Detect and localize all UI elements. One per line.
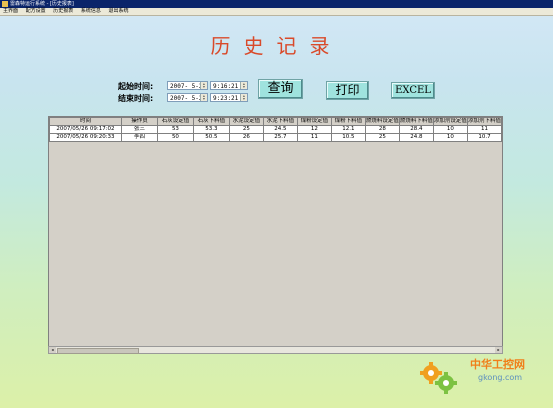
gear-logo-icon (420, 362, 457, 394)
watermark-brand: 中华工控网 (470, 358, 525, 371)
table-cell: 12.1 (330, 125, 366, 134)
table-cell: 53 (156, 125, 194, 134)
table-cell: 25 (364, 133, 400, 142)
table-cell: 53.3 (192, 125, 230, 134)
end-time-value: 9:23:21 (213, 95, 239, 102)
table-cell: 11 (466, 125, 502, 134)
print-button[interactable]: 打印 (326, 81, 369, 100)
page-title: 历史记录 (210, 34, 343, 58)
column-header[interactable]: 添加剂设定值 (432, 117, 468, 126)
start-time-label: 起始时间: (118, 82, 154, 91)
excel-button[interactable]: EXCEL (391, 82, 435, 99)
column-header[interactable]: 石灰设定值 (156, 117, 194, 126)
column-header[interactable]: 水泥下料值 (262, 117, 298, 126)
history-table: 时间 操作员 石灰设定值 石灰下料值 水泥设定值 水泥下料值 煤粉设定值 煤粉下… (48, 116, 503, 354)
end-time-picker[interactable]: 9:23:21 ▴ ▾ (210, 93, 248, 102)
column-header[interactable]: 操作员 (120, 117, 158, 126)
window-titlebar: 雷森特运行系统 - [历史报表] (0, 0, 553, 8)
column-header[interactable]: 燃烧料设定值 (364, 117, 400, 126)
scroll-left-icon[interactable]: ◂ (49, 347, 56, 353)
table-row[interactable]: 2007/05/26 09:20:33 李四 50 50.5 26 25.7 1… (49, 133, 502, 142)
table-cell: 2007/05/26 09:20:33 (49, 133, 122, 142)
table-cell: 25.7 (262, 133, 298, 142)
table-cell: 10.7 (466, 133, 502, 142)
start-time-picker[interactable]: 9:16:21 ▴ ▾ (210, 81, 248, 90)
menu-item-recipe[interactable]: 配方设置 (23, 8, 49, 15)
table-cell: 26 (228, 133, 264, 142)
table-cell: 24.8 (398, 133, 434, 142)
column-header[interactable]: 添加剂下料值 (466, 117, 502, 126)
scroll-thumb[interactable] (57, 348, 139, 354)
spin-arrows-icon[interactable]: ▴ ▾ (240, 82, 247, 89)
column-header[interactable]: 煤粉设定值 (296, 117, 332, 126)
menu-item-exit[interactable]: 退出系统 (105, 8, 131, 15)
table-cell: 25 (228, 125, 264, 134)
start-time-value: 9:16:21 (213, 83, 239, 90)
table-cell: 12 (296, 125, 332, 134)
column-header[interactable]: 时间 (49, 117, 122, 126)
table-cell: 24.5 (262, 125, 298, 134)
menu-item-sysinfo[interactable]: 系统信息 (78, 8, 104, 15)
table-cell: 张三 (120, 125, 158, 134)
scroll-right-icon[interactable]: ▸ (495, 347, 502, 353)
table-cell: 2007/05/26 09:17:02 (49, 125, 122, 134)
spin-arrows-icon[interactable]: ▴ ▾ (200, 94, 207, 101)
table-cell: 28 (364, 125, 400, 134)
column-header[interactable]: 煤粉下料值 (330, 117, 366, 126)
table-cell: 李四 (120, 133, 158, 142)
query-button[interactable]: 查询 (258, 79, 303, 99)
table-cell: 10 (432, 125, 468, 134)
table-cell: 50 (156, 133, 194, 142)
end-time-label: 结束时间: (118, 94, 154, 103)
table-header-row: 时间 操作员 石灰设定值 石灰下料值 水泥设定值 水泥下料值 煤粉设定值 煤粉下… (49, 117, 502, 126)
table-cell: 10 (432, 133, 468, 142)
table-row[interactable]: 2007/05/26 09:17:02 张三 53 53.3 25 24.5 1… (49, 125, 502, 134)
menu-item-history[interactable]: 历史报表 (50, 8, 76, 15)
column-header[interactable]: 燃烧料下料值 (398, 117, 434, 126)
table-cell: 10.5 (330, 133, 366, 142)
table-cell: 28.4 (398, 125, 434, 134)
spin-arrows-icon[interactable]: ▴ ▾ (240, 94, 247, 101)
end-date-picker[interactable]: 2007- 5-26 ▴ ▾ (167, 93, 208, 102)
app-icon (2, 1, 8, 7)
menu-item-main[interactable]: 主界面 (0, 8, 21, 15)
table-cell: 50.5 (192, 133, 230, 142)
window-title: 雷森特运行系统 - [历史报表] (10, 1, 74, 7)
menu-bar: 主界面 配方设置 历史报表 系统信息 退出系统 (0, 8, 553, 16)
table-cell: 11 (296, 133, 332, 142)
start-date-picker[interactable]: 2007- 5-26 ▴ ▾ (167, 81, 208, 90)
watermark-url: gkong.com (478, 373, 523, 382)
column-header[interactable]: 水泥设定值 (228, 117, 264, 126)
spin-arrows-icon[interactable]: ▴ ▾ (200, 82, 207, 89)
horizontal-scrollbar[interactable]: ◂ ▸ (48, 346, 503, 354)
column-header[interactable]: 石灰下料值 (192, 117, 230, 126)
